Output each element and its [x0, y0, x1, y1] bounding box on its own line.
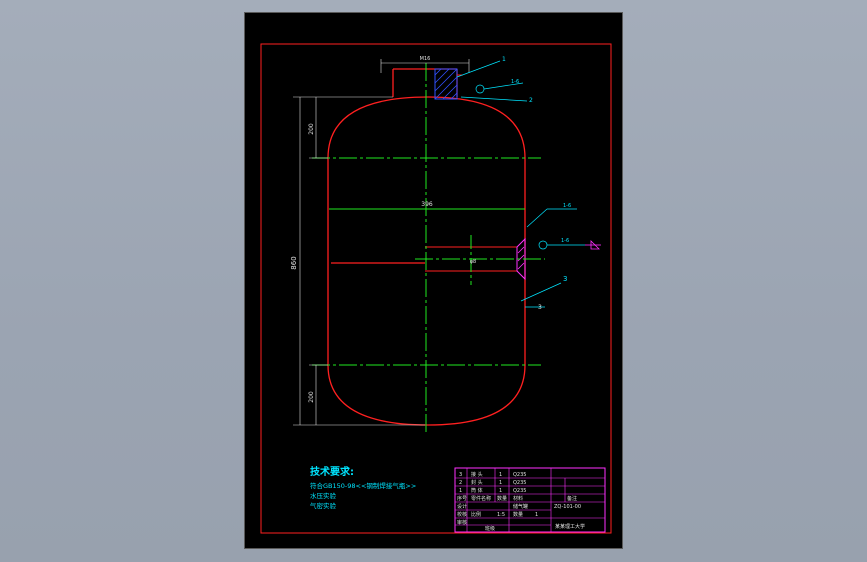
tb-row-2-name: 封 头 [471, 479, 483, 486]
tb-row-1-no: 3 [459, 472, 462, 478]
tb-scale-value: 1:5 [497, 512, 505, 518]
tech-requirements: 技术要求: 符合GB150-98<<钢制焊接气瓶>> 水压实验 气密实验 [310, 465, 416, 510]
tb-scale-label: 比例 [471, 511, 481, 518]
dim-bottom-head: 200 [308, 391, 315, 403]
hatched-boss [434, 68, 463, 100]
leader-3: 3 [563, 275, 567, 283]
leader-2: 2 [529, 97, 533, 104]
tb-designer: 设计 [457, 503, 467, 510]
tb-row-3-qty: 1 [499, 488, 502, 494]
tb-header-qty: 数量 [497, 495, 507, 502]
tb-header-note: 备注 [567, 495, 577, 502]
tech-req-line-1: 符合GB150-98<<钢制焊接气瓶>> [310, 481, 416, 490]
top-boss [392, 68, 458, 97]
tb-drawing-name: 储气罐 [513, 503, 528, 510]
dim-neck-width: M16 [420, 56, 431, 62]
weld-label-right-top: 1-6 [563, 203, 571, 209]
dim-nozzle: φ8 [470, 259, 476, 265]
tech-req-heading: 技术要求: [310, 465, 354, 478]
dim-body-width: 396 [421, 201, 433, 208]
tech-req-line-2: 水压实验 [310, 491, 337, 500]
tb-checker: 校核 [457, 511, 467, 518]
tech-req-line-3: 气密实验 [310, 501, 337, 510]
leaders [456, 60, 585, 308]
tb-row-3-name: 筒 体 [471, 487, 483, 494]
tb-row-2-qty: 1 [499, 480, 502, 486]
weld-label-top: 1-6 [511, 79, 519, 85]
tb-header-name: 零件名称 [471, 495, 491, 502]
tb-row-1-mat: Q235 [513, 472, 526, 478]
tb-qty-label: 数量 [513, 511, 523, 518]
tb-row-2-no: 2 [459, 480, 462, 486]
tb-row-1-name: 接 头 [471, 471, 483, 478]
tb-approver: 审核 [457, 519, 467, 526]
tb-header-no: 序号 [457, 495, 467, 502]
title-block: 3 接 头 1 Q235 2 封 头 1 Q235 1 筒 体 1 Q235 序… [454, 467, 606, 533]
weld-dim: 3 [538, 304, 542, 311]
tb-class: 班级 [485, 525, 495, 532]
dimensions [293, 59, 470, 426]
tb-row-1-qty: 1 [499, 472, 502, 478]
dim-overall-height: 860 [290, 256, 298, 269]
tb-school: 某某理工大学 [555, 523, 585, 530]
tb-qty-value: 1 [535, 512, 538, 518]
dim-top-head: 200 [308, 123, 315, 135]
drawing-frame [260, 43, 612, 534]
drawing-sheet: 860 200 200 396 M16 φ8 1 2 3 1-6 1-6 1-6… [260, 43, 612, 534]
tb-row-3-no: 1 [459, 488, 462, 494]
tb-row-3-mat: Q235 [513, 488, 526, 494]
weld-symbol [585, 240, 601, 250]
tb-drawing-no: ZQ-101-00 [554, 504, 581, 510]
leader-1: 1 [502, 56, 506, 63]
tb-header-mat: 材料 [513, 495, 523, 502]
cad-viewport[interactable]: 860 200 200 396 M16 φ8 1 2 3 1-6 1-6 1-6… [244, 12, 623, 549]
weld-label-right: 1-6 [561, 238, 569, 244]
tb-row-2-mat: Q235 [513, 480, 526, 486]
